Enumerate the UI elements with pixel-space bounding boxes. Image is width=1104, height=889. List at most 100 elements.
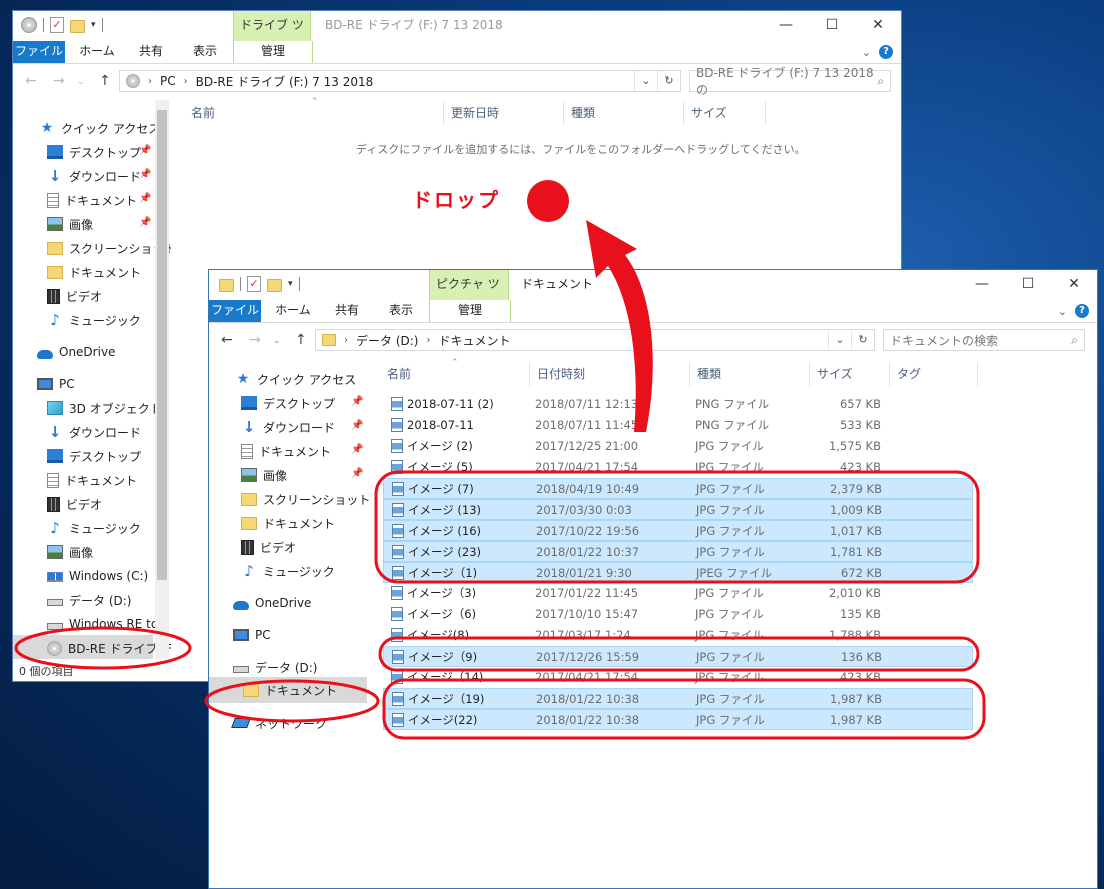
breadcrumb-documents[interactable]: ドキュメント <box>438 332 510 349</box>
file-row[interactable]: 2018-07-11 (2) 2018/07/11 12:13 PNG ファイル 65… <box>383 394 973 415</box>
file-row[interactable]: 2018-07-11 2018/07/11 11:45 PNG ファイル 533 KB <box>383 415 973 436</box>
column-type[interactable]: 種類 <box>697 362 721 386</box>
file-row[interactable]: イメージ（6) 2017/10/10 15:47 JPG ファイル 135 KB <box>383 604 973 625</box>
tab-manage[interactable]: 管理 <box>429 300 511 322</box>
address-bar[interactable]: › PC › BD-RE ドライブ (F:) 7 13 2018 ⌄ ↻ <box>119 70 681 92</box>
refresh-icon[interactable]: ↻ <box>657 71 680 91</box>
tab-view[interactable]: 表示 <box>179 41 231 63</box>
close-button[interactable]: ✕ <box>1051 270 1097 300</box>
nav-documents[interactable]: ドキュメント <box>241 440 331 462</box>
tab-manage[interactable]: 管理 <box>233 41 313 63</box>
pin-icon[interactable]: 📌 <box>139 145 151 156</box>
nav-3d-objects[interactable]: 3D オブジェクト <box>47 397 162 419</box>
nav-windows-re[interactable]: Windows RE too <box>47 613 166 635</box>
refresh-icon[interactable]: ↻ <box>851 330 874 350</box>
breadcrumb-drive[interactable]: BD-RE ドライブ (F:) 7 13 2018 <box>196 73 374 90</box>
file-row[interactable]: イメージ（1) 2018/01/21 9:30 JPEG ファイル 672 KB <box>383 562 973 583</box>
address-bar[interactable]: › データ (D:) › ドキュメント ⌄ ↻ <box>315 329 875 351</box>
column-type[interactable]: 種類 <box>571 101 595 125</box>
pin-icon[interactable]: 📌 <box>139 193 151 204</box>
up-arrow-icon[interactable]: ↑ <box>295 332 307 348</box>
help-icon[interactable]: ? <box>1075 304 1089 318</box>
nav-pc[interactable]: PC <box>37 373 75 395</box>
nav-drive-d[interactable]: データ (D:) <box>233 656 317 678</box>
column-name[interactable]: 名前 <box>387 362 411 386</box>
new-folder-icon[interactable] <box>70 19 85 33</box>
nav-documents-folder[interactable]: ドキュメント <box>47 261 141 283</box>
column-tags[interactable]: タグ <box>897 362 921 386</box>
forward-arrow-icon[interactable]: → <box>249 332 261 348</box>
pin-icon[interactable]: 📌 <box>139 169 151 180</box>
forward-arrow-icon[interactable]: → <box>53 73 65 89</box>
file-row[interactable]: イメージ(22) 2018/01/22 10:38 JPG ファイル 1,987 KB <box>383 709 973 730</box>
tab-file[interactable]: ファイル <box>13 41 65 63</box>
column-size[interactable]: サイズ <box>817 362 853 386</box>
column-size[interactable]: サイズ <box>691 101 727 125</box>
file-row[interactable]: イメージ（9) 2017/12/26 15:59 JPG ファイル 136 KB <box>383 646 973 667</box>
nav-downloads[interactable]: ↓ ダウンロード <box>47 165 141 187</box>
nav-screenshots[interactable]: スクリーンショット <box>47 237 171 259</box>
file-row[interactable]: イメージ(8) 2017/03/17 1:24 JPG ファイル 1,788 KB <box>383 625 973 646</box>
file-row[interactable]: イメージ (23) 2018/01/22 10:37 JPG ファイル 1,781 K… <box>383 541 973 562</box>
nav-screenshots[interactable]: スクリーンショット <box>241 488 369 510</box>
nav-desktop[interactable]: デスクトップ <box>47 141 151 163</box>
nav-desktop[interactable]: デスクトップ <box>241 392 335 414</box>
file-row[interactable]: イメージ (16) 2017/10/22 19:56 JPG ファイル 1,017 K… <box>383 520 973 541</box>
nav-drive-c[interactable]: Windows (C:) <box>47 565 148 587</box>
tab-share[interactable]: 共有 <box>125 41 177 63</box>
close-button[interactable]: ✕ <box>855 11 901 41</box>
recent-locations-icon[interactable]: ⌄ <box>77 77 85 87</box>
pin-icon[interactable]: 📌 <box>139 217 151 228</box>
minimize-button[interactable]: — <box>763 11 809 41</box>
minimize-button[interactable]: — <box>959 270 1005 300</box>
nav-videos[interactable]: ビデオ <box>47 285 102 307</box>
nav-pc[interactable]: PC <box>233 624 271 646</box>
address-dropdown-icon[interactable]: ⌄ <box>634 71 657 91</box>
back-arrow-icon[interactable]: ← <box>221 332 233 348</box>
file-row[interactable]: イメージ (13) 2017/03/30 0:03 JPG ファイル 1,009 KB <box>383 499 973 520</box>
recent-locations-icon[interactable]: ⌄ <box>273 336 281 346</box>
help-icon[interactable]: ? <box>879 45 893 59</box>
nav-pc-documents[interactable]: ドキュメント <box>47 469 137 491</box>
pin-icon[interactable]: 📌 <box>351 444 363 455</box>
scrollbar-thumb[interactable] <box>157 110 167 580</box>
tab-view[interactable]: 表示 <box>375 300 427 322</box>
nav-pc-pictures[interactable]: 画像 <box>47 541 93 563</box>
nav-drive-d[interactable]: データ (D:) <box>47 589 131 611</box>
nav-music[interactable]: ♪ ミュージック <box>241 560 335 582</box>
tab-home[interactable]: ホーム <box>71 41 123 63</box>
nav-scrollbar[interactable] <box>155 100 169 659</box>
customize-toolbar-icon[interactable]: ▾ <box>91 20 96 30</box>
breadcrumb-pc[interactable]: PC <box>160 74 176 88</box>
tab-home[interactable]: ホーム <box>267 300 319 322</box>
maximize-button[interactable]: ☐ <box>1005 270 1051 300</box>
pin-icon[interactable]: 📌 <box>351 420 363 431</box>
nav-downloads[interactable]: ↓ ダウンロード <box>241 416 335 438</box>
nav-pictures[interactable]: 画像 <box>47 213 93 235</box>
file-row[interactable]: イメージ（3) 2017/01/22 11:45 JPG ファイル 2,010 KB <box>383 583 973 604</box>
column-date[interactable]: 日付時刻 <box>537 362 585 386</box>
nav-pictures[interactable]: 画像 <box>241 464 287 486</box>
nav-onedrive[interactable]: OneDrive <box>233 592 311 614</box>
nav-pc-downloads[interactable]: ↓ ダウンロード <box>47 421 141 443</box>
nav-network[interactable]: ネットワーク <box>231 712 327 734</box>
new-folder-icon[interactable] <box>267 278 282 292</box>
nav-quick-access[interactable]: ★ クイック アクセス <box>235 368 357 390</box>
nav-bd-re-drive[interactable]: BD-RE ドライブ (F: <box>47 637 171 659</box>
maximize-button[interactable]: ☐ <box>809 11 855 41</box>
file-row[interactable]: イメージ（14) 2017/04/21 17:54 JPG ファイル 423 KB <box>383 667 973 688</box>
nav-quick-access[interactable]: ★ クイック アクセス <box>39 117 161 139</box>
nav-videos[interactable]: ビデオ <box>241 536 296 558</box>
breadcrumb-drive-d[interactable]: データ (D:) <box>356 332 418 349</box>
nav-documents[interactable]: ドキュメント <box>47 189 137 211</box>
pin-icon[interactable]: 📌 <box>351 396 363 407</box>
address-dropdown-icon[interactable]: ⌄ <box>828 330 851 350</box>
nav-pc-desktop[interactable]: デスクトップ <box>47 445 141 467</box>
file-row[interactable]: イメージ (7) 2018/04/19 10:49 JPG ファイル 2,379 KB <box>383 478 973 499</box>
back-arrow-icon[interactable]: ← <box>25 73 37 89</box>
file-row[interactable]: イメージ (5) 2017/04/21 17:54 JPG ファイル 423 KB <box>383 457 973 478</box>
customize-toolbar-icon[interactable]: ▾ <box>288 279 293 289</box>
chevron-down-icon[interactable]: ⌄ <box>1058 305 1067 318</box>
file-row[interactable]: イメージ（19) 2018/01/22 10:38 JPG ファイル 1,987 KB <box>383 688 973 709</box>
tab-share[interactable]: 共有 <box>321 300 373 322</box>
